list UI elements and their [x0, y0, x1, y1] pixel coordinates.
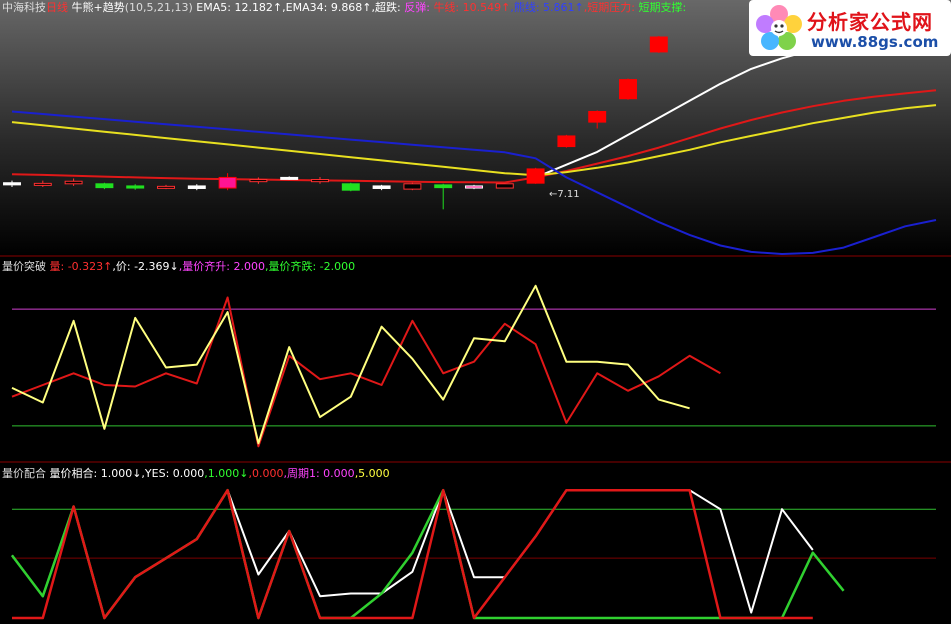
main_header-part: ,熊线: 5.861↑	[510, 0, 583, 14]
candle-body	[95, 183, 114, 189]
main_header-part: 牛熊+趋势	[68, 0, 125, 14]
candle-body	[526, 168, 545, 184]
main_header-part: ,超跌:	[372, 0, 405, 14]
vol_header-part: ,价: -2.369↓	[112, 260, 178, 273]
match_header-part: ,0.000	[248, 467, 283, 480]
candle-body	[495, 183, 514, 189]
main_header-part: (10,5,21,13)	[125, 1, 193, 14]
main_header-part: 短期支撑:	[638, 0, 686, 14]
volume-match-header: 量价配合 量价相合: 1.000↓,YES: 0.000,1.000↓,0.00…	[2, 466, 390, 480]
chart-canvas: 中海科技日线 牛熊+趋势(10,5,21,13) EMA5: 12.182↑,E…	[0, 0, 951, 624]
match_header-part: ,YES: 0.000	[141, 467, 204, 480]
match_header-part: 量价相合: 1.000↓	[50, 466, 142, 480]
watermark-logo: 分析家公式网 www.88gs.com	[749, 0, 951, 56]
candle-body	[341, 183, 360, 191]
match_header-part: ,1.000↓	[204, 467, 248, 480]
candle-body	[249, 179, 268, 183]
watermark-url: www.88gs.com	[811, 33, 939, 51]
vol_header-part: 量价突破	[2, 259, 50, 273]
match_header-part: 量价配合	[2, 466, 50, 480]
volume-breakout-header: 量价突破 量: -0.323↑,价: -2.369↓,量价齐升: 2.000,量…	[2, 259, 355, 273]
candle-body	[187, 185, 206, 189]
main_header-part: ,EMA34: 9.868↑	[282, 1, 371, 14]
vol_header-part: 量: -0.323↑	[50, 260, 113, 273]
candle-body	[126, 185, 145, 189]
candle-body	[64, 180, 83, 185]
main-indicator-header: 中海科技日线 牛熊+趋势(10,5,21,13) EMA5: 12.182↑,E…	[2, 0, 686, 14]
candle-body	[588, 110, 607, 123]
candle-body	[280, 176, 299, 180]
candle-body	[403, 183, 422, 190]
main_header-part: 牛线: 10.549↑	[433, 0, 510, 14]
candle-body	[218, 176, 237, 189]
match_header-part: ,5.000	[355, 467, 390, 480]
price-low-annotation: ←7.11	[549, 189, 580, 200]
candle-body	[557, 135, 576, 148]
main_header-part: EMA5: 12.182↑	[193, 1, 282, 14]
main_header-part: 日线	[46, 0, 68, 14]
candle-body	[649, 36, 668, 53]
vol_header-part: ,量价齐升: 2.000	[179, 259, 265, 273]
candle-body	[619, 79, 637, 100]
sub-panels-background	[0, 256, 951, 624]
candle-body	[33, 182, 52, 186]
match_header-part: ,周期1: 0.000	[283, 467, 354, 480]
vol_header-part: ,量价齐跌: -2.000	[265, 259, 355, 273]
flower-logo-icon	[756, 5, 802, 50]
candle-body	[372, 185, 391, 189]
candle-body	[3, 182, 21, 186]
candle-body	[434, 184, 453, 189]
main_header-part: ,短期压力:	[584, 0, 639, 14]
main_header-part: 反弹:	[404, 0, 433, 14]
main_header-part: 中海科技	[2, 0, 46, 14]
candle-body	[465, 185, 483, 189]
watermark-title: 分析家公式网	[807, 10, 933, 34]
candle-body	[311, 179, 329, 183]
candle-body	[157, 185, 175, 189]
